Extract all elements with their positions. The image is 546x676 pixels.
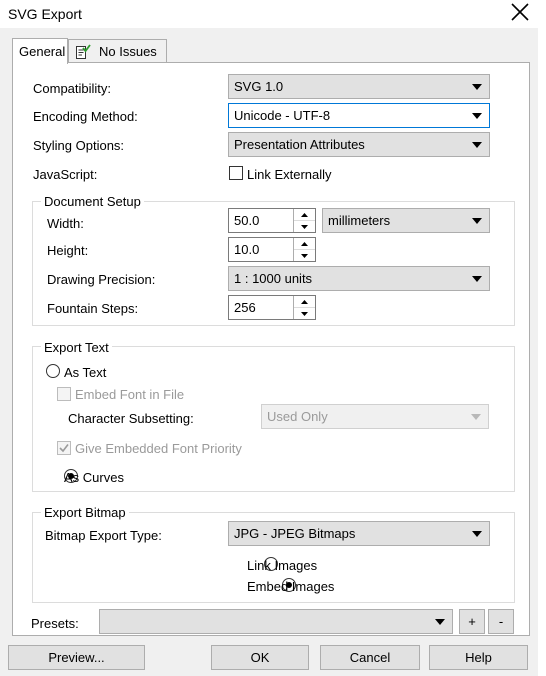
javascript-label: JavaScript: [33, 167, 98, 182]
chevron-down-icon [472, 113, 482, 119]
width-value: 50.0 [234, 213, 260, 228]
styling-select[interactable]: Presentation Attributes [228, 132, 490, 157]
encoding-select[interactable]: Unicode - UTF-8 [228, 103, 490, 128]
fountain-label: Fountain Steps: [47, 301, 139, 316]
cancel-button[interactable]: Cancel [320, 645, 420, 670]
checkmark-icon [59, 444, 69, 453]
preview-label: Preview... [48, 650, 105, 665]
precision-label: Drawing Precision: [47, 272, 156, 287]
general-panel: Compatibility: SVG 1.0 Encoding Method: … [12, 62, 530, 636]
as-text-label[interactable]: As Text [64, 365, 106, 380]
document-setup-title: Document Setup [41, 194, 144, 209]
width-label: Width: [47, 216, 84, 231]
spin-down-icon[interactable] [294, 307, 315, 319]
window-edge [538, 28, 546, 676]
subsetting-label: Character Subsetting: [68, 411, 194, 426]
encoding-label: Encoding Method: [33, 109, 138, 124]
chevron-down-icon [435, 619, 445, 625]
report-check-icon [75, 43, 91, 60]
precision-select[interactable]: 1 : 1000 units [228, 266, 490, 291]
cancel-label: Cancel [349, 650, 391, 665]
remove-preset-button[interactable]: - [488, 609, 514, 634]
compatibility-label: Compatibility: [33, 81, 112, 96]
styling-label: Styling Options: [33, 138, 125, 153]
encoding-value: Unicode - UTF-8 [234, 108, 331, 123]
compatibility-value: SVG 1.0 [234, 79, 284, 94]
embed-font-checkbox[interactable] [57, 387, 71, 401]
chevron-down-icon [471, 414, 481, 420]
as-text-radio[interactable] [46, 364, 60, 378]
spin-down-icon[interactable] [294, 220, 315, 232]
tab-general-label: General [19, 44, 66, 59]
tab-no-issues[interactable]: No Issues [68, 39, 167, 63]
width-spinbox[interactable]: 50.0 [228, 208, 316, 233]
embed-font-label: Embed Font in File [75, 387, 185, 402]
bitmap-type-label: Bitmap Export Type: [45, 528, 162, 543]
link-externally-label[interactable]: Link Externally [247, 167, 332, 182]
export-text-title: Export Text [41, 340, 112, 355]
chevron-down-icon [472, 531, 482, 537]
remove-preset-label: - [498, 614, 504, 629]
subsetting-select[interactable]: Used Only [261, 404, 489, 429]
spin-down-icon[interactable] [294, 249, 315, 261]
link-images-label[interactable]: Link Images [247, 558, 317, 573]
height-value: 10.0 [234, 242, 260, 257]
as-curves-label[interactable]: As Curves [64, 470, 124, 485]
spin-up-icon[interactable] [294, 238, 315, 249]
bitmap-type-value: JPG - JPEG Bitmaps [234, 526, 356, 541]
export-bitmap-title: Export Bitmap [41, 505, 129, 520]
embed-images-label[interactable]: Embed Images [247, 579, 334, 594]
units-value: millimeters [328, 213, 391, 228]
height-label: Height: [47, 243, 89, 258]
compatibility-select[interactable]: SVG 1.0 [228, 74, 490, 99]
ok-button[interactable]: OK [211, 645, 309, 670]
precision-value: 1 : 1000 units [234, 271, 313, 286]
window-title: SVG Export [8, 6, 82, 22]
chevron-down-icon [472, 142, 482, 148]
chevron-down-icon [472, 276, 482, 282]
presets-label: Presets: [31, 616, 79, 631]
bitmap-type-select[interactable]: JPG - JPEG Bitmaps [228, 521, 490, 546]
height-spin-buttons[interactable] [293, 238, 315, 261]
styling-value: Presentation Attributes [234, 137, 365, 152]
fountain-value: 256 [234, 300, 256, 315]
tab-general[interactable]: General [12, 38, 68, 64]
height-spinbox[interactable]: 10.0 [228, 237, 316, 262]
fountain-spinbox[interactable]: 256 [228, 295, 316, 320]
close-icon[interactable] [507, 0, 533, 26]
give-priority-checkbox[interactable] [57, 441, 71, 455]
link-externally-checkbox[interactable] [229, 166, 243, 180]
spin-up-icon[interactable] [294, 296, 315, 307]
add-preset-label: + [468, 614, 476, 629]
give-priority-label: Give Embedded Font Priority [75, 441, 242, 456]
ok-label: OK [250, 650, 270, 665]
add-preset-button[interactable]: + [459, 609, 485, 634]
presets-select[interactable] [99, 609, 453, 634]
chevron-down-icon [472, 218, 482, 224]
units-select[interactable]: millimeters [322, 208, 490, 233]
help-button[interactable]: Help [429, 645, 528, 670]
spin-up-icon[interactable] [294, 209, 315, 220]
preview-button[interactable]: Preview... [8, 645, 145, 670]
chevron-down-icon [472, 84, 482, 90]
subsetting-value: Used Only [267, 409, 328, 424]
help-label: Help [465, 650, 492, 665]
width-spin-buttons[interactable] [293, 209, 315, 232]
fountain-spin-buttons[interactable] [293, 296, 315, 319]
tab-no-issues-label: No Issues [99, 44, 157, 59]
